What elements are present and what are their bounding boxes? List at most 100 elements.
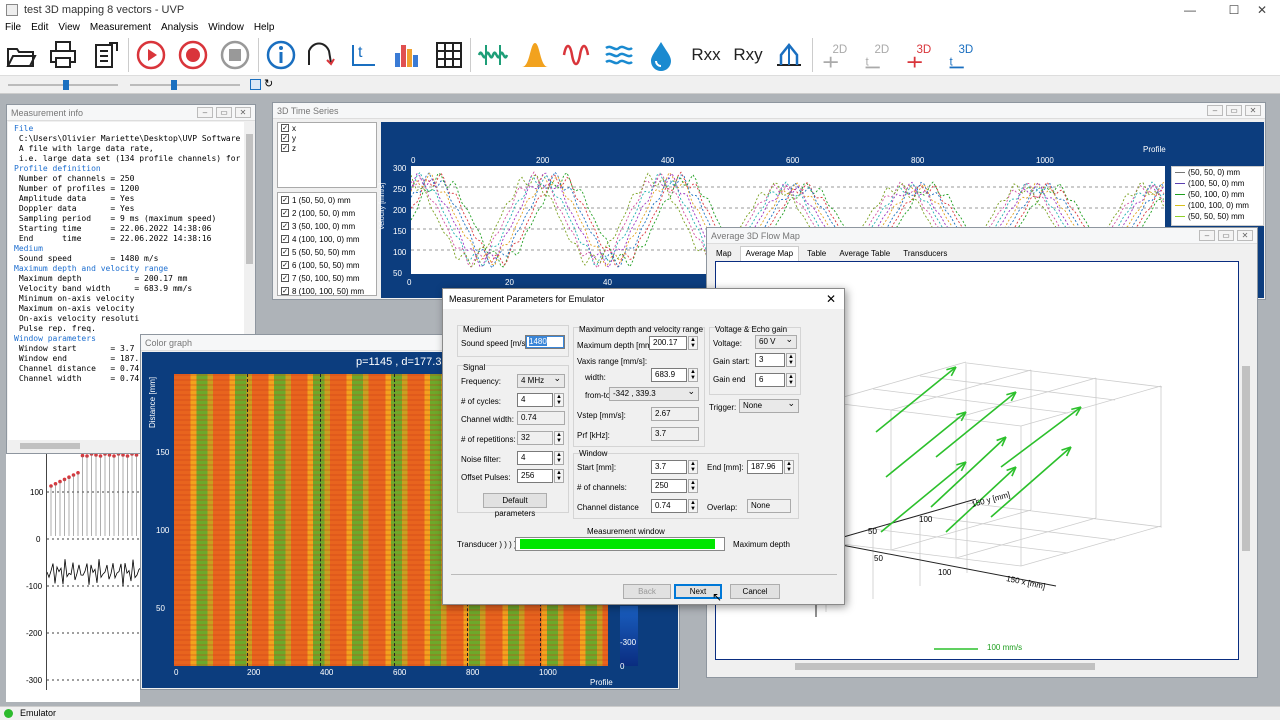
2d-xt-button[interactable]: 2D	[818, 38, 854, 72]
tab-table[interactable]: Table	[802, 247, 831, 261]
grid-icon[interactable]	[432, 38, 466, 72]
fm-minimize-button[interactable]: –	[1199, 230, 1215, 241]
rxy-button[interactable]: Rxy	[728, 38, 768, 72]
tab-map[interactable]: Map	[711, 247, 737, 261]
record-icon[interactable]	[176, 38, 210, 72]
channel-checkbox[interactable]: ✓	[281, 196, 289, 204]
mi-minimize-button[interactable]: –	[197, 107, 213, 118]
fm-hscroll[interactable]	[715, 660, 1239, 672]
export-icon[interactable]	[88, 38, 122, 72]
ts-minimize-button[interactable]: –	[1207, 105, 1223, 116]
window-end-spinner[interactable]: ▲ ▼	[784, 460, 794, 474]
num-channels-input[interactable]: 250	[651, 479, 687, 493]
menu-measurement[interactable]: Measurement	[90, 22, 151, 33]
fm-vscroll[interactable]	[1240, 261, 1252, 660]
slider-thumb-2[interactable]	[171, 80, 177, 90]
window-start-input[interactable]: 3.7	[651, 460, 687, 474]
wave-icon[interactable]	[560, 38, 594, 72]
max-depth-input[interactable]: 200.17	[649, 336, 687, 350]
signal-icon[interactable]	[476, 38, 510, 72]
channel-checkbox[interactable]: ✓	[281, 274, 289, 282]
repetitions-input[interactable]: 32	[517, 431, 553, 445]
menu-analysis[interactable]: Analysis	[161, 22, 198, 33]
fm-restore-button[interactable]: ▭	[1218, 230, 1234, 241]
component-checkbox[interactable]: ✓	[281, 134, 289, 142]
channel-checkbox[interactable]: ✓	[281, 209, 289, 217]
t-axis-icon[interactable]: t	[346, 38, 380, 72]
loop-toggle[interactable]	[250, 79, 261, 90]
open-folder-icon[interactable]	[4, 38, 38, 72]
offset-pulses-input[interactable]: 256	[517, 469, 553, 483]
flow-lines-icon[interactable]	[602, 38, 636, 72]
bar-chart-icon[interactable]	[390, 38, 424, 72]
cycles-spinner[interactable]: ▲ ▼	[554, 393, 564, 407]
gaussian-icon[interactable]	[518, 38, 552, 72]
print-icon[interactable]	[46, 38, 80, 72]
tab-transducers[interactable]: Transducers	[898, 247, 952, 261]
minimize-button[interactable]: —	[1172, 0, 1208, 20]
menu-view[interactable]: View	[58, 22, 80, 33]
channel-checkbox[interactable]: ✓	[281, 261, 289, 269]
play-icon[interactable]	[134, 38, 168, 72]
fm-close-button[interactable]: ✕	[1237, 230, 1253, 241]
stop-icon[interactable]	[218, 38, 252, 72]
channel-checkbox[interactable]: ✓	[281, 222, 289, 230]
3d-t-button[interactable]: 3D t	[944, 38, 980, 72]
noise-filter-input[interactable]: 4	[517, 451, 553, 465]
channel-checkbox[interactable]: ✓	[281, 248, 289, 256]
ts-close-button[interactable]: ✕	[1245, 105, 1261, 116]
time-series-titlebar[interactable]: 3D Time Series – ▭ ✕	[273, 103, 1265, 119]
default-parameters-button[interactable]: Default parameters	[483, 493, 547, 518]
channel-checkbox[interactable]: ✓	[281, 287, 289, 295]
cycles-input[interactable]: 4	[517, 393, 553, 407]
menu-file[interactable]: File	[5, 22, 21, 33]
drop-icon[interactable]	[644, 38, 678, 72]
2d-t-button[interactable]: 2D t	[860, 38, 896, 72]
channel-checkbox[interactable]: ✓	[281, 235, 289, 243]
close-button[interactable]: ✕	[1244, 0, 1280, 20]
mi-close-button[interactable]: ✕	[235, 107, 251, 118]
cancel-button[interactable]: Cancel	[730, 584, 780, 599]
channel-distance-input[interactable]: 0.74	[651, 499, 687, 513]
menu-window[interactable]: Window	[208, 22, 244, 33]
gain-end-spinner[interactable]: ▲ ▼	[786, 373, 796, 387]
noise-filter-spinner[interactable]: ▲ ▼	[554, 451, 564, 465]
window-start-spinner[interactable]: ▲ ▼	[688, 460, 698, 474]
measurement-info-titlebar[interactable]: Measurement info – ▭ ✕	[7, 105, 255, 121]
sound-speed-input[interactable]: 1480	[525, 335, 565, 349]
gain-start-spinner[interactable]: ▲ ▼	[786, 353, 796, 367]
slider-thumb-1[interactable]	[63, 80, 69, 90]
tab-average-map[interactable]: Average Map	[739, 246, 800, 261]
component-checkbox[interactable]: ✓	[281, 144, 289, 152]
back-button[interactable]: Back	[623, 584, 671, 599]
flow-map-titlebar[interactable]: Average 3D Flow Map – ▭ ✕	[707, 228, 1257, 244]
dialog-close-button[interactable]: ✕	[826, 292, 836, 306]
gain-start-input[interactable]: 3	[755, 353, 785, 367]
vaxis-width-spinner[interactable]: ▲ ▼	[688, 368, 698, 382]
repetitions-spinner[interactable]: ▲ ▼	[554, 431, 564, 445]
mi-restore-button[interactable]: ▭	[216, 107, 232, 118]
voltage-select[interactable]: 60 V	[755, 334, 797, 349]
offset-pulses-spinner[interactable]: ▲ ▼	[554, 469, 564, 483]
refresh-icon[interactable]: ↻	[264, 77, 273, 90]
tab-average-table[interactable]: Average Table	[834, 247, 895, 261]
ts-restore-button[interactable]: ▭	[1226, 105, 1242, 116]
component-checkbox[interactable]: ✓	[281, 124, 289, 132]
frequency-select[interactable]: 4 MHz	[517, 373, 565, 388]
menu-edit[interactable]: Edit	[31, 22, 48, 33]
dialog-titlebar: Measurement Parameters for Emulator ✕	[443, 289, 844, 309]
num-channels-spinner[interactable]: ▲ ▼	[688, 479, 698, 493]
info-icon[interactable]	[264, 38, 298, 72]
trigger-select[interactable]: None	[739, 398, 799, 413]
vaxis-width-input[interactable]: 683.9	[651, 368, 687, 382]
vaxis-fromto-select[interactable]: -342 , 339.3	[609, 386, 699, 401]
channel-distance-spinner[interactable]: ▲ ▼	[688, 499, 698, 513]
velocity-profile-icon[interactable]	[772, 38, 806, 72]
curve-icon[interactable]	[304, 38, 338, 72]
max-depth-spinner[interactable]: ▲ ▼	[688, 336, 698, 350]
3d-xt-button[interactable]: 3D	[902, 38, 938, 72]
gain-end-input[interactable]: 6	[755, 373, 785, 387]
rxx-button[interactable]: Rxx	[686, 38, 726, 72]
menu-help[interactable]: Help	[254, 22, 275, 33]
window-end-input[interactable]: 187.96	[747, 460, 783, 474]
